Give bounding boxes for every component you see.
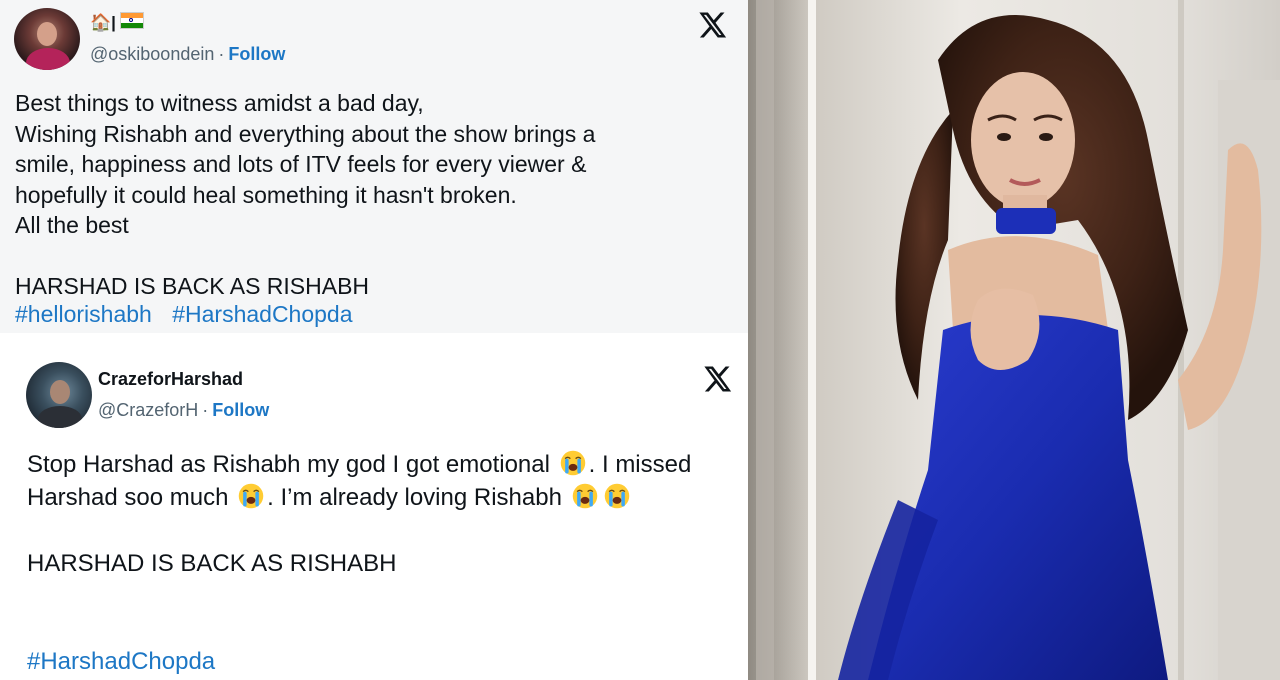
face bbox=[971, 72, 1075, 208]
screenshot-collage: 🏠| @oskiboondein · Follow Best things to w… bbox=[0, 0, 1280, 680]
tweet-line: All the best bbox=[15, 212, 129, 238]
avatar-face bbox=[50, 380, 70, 404]
handle-line: @oskiboondein · Follow bbox=[90, 44, 285, 65]
hashtag-row: #hellorishabh #HarshadChopda bbox=[15, 301, 367, 328]
tweet-body: Best things to witness amidst a bad day,… bbox=[15, 88, 735, 302]
hashtag-link[interactable]: #hellorishabh bbox=[15, 301, 152, 327]
separator-dot: · bbox=[218, 44, 225, 64]
tweet-line: HARSHAD IS BACK AS RISHABH bbox=[15, 273, 370, 299]
avatar[interactable] bbox=[14, 8, 80, 70]
loudly-crying-face-icon bbox=[238, 483, 264, 509]
hashtag-link[interactable]: #HarshadChopda bbox=[172, 301, 352, 327]
avatar-face bbox=[37, 22, 57, 46]
x-logo-icon[interactable] bbox=[697, 10, 727, 40]
display-name[interactable]: CrazeforHarshad bbox=[98, 369, 243, 390]
loudly-crying-face-icon bbox=[572, 483, 597, 509]
choker bbox=[996, 208, 1056, 234]
follow-button[interactable]: Follow bbox=[228, 44, 285, 64]
loudly-crying-face-icon bbox=[560, 450, 585, 476]
tweet-card-1[interactable]: 🏠| @oskiboondein · Follow Best things to w… bbox=[0, 0, 748, 333]
wall-molding bbox=[808, 0, 816, 680]
tweet-line: Wishing Rishabh and everything about the… bbox=[15, 120, 596, 147]
hashtag-link[interactable]: #HarshadChopda bbox=[27, 648, 215, 675]
tweet-text-part: HARSHAD IS BACK AS RISHABH bbox=[27, 550, 397, 577]
user-handle[interactable]: @oskiboondein bbox=[90, 44, 214, 64]
photo-panel bbox=[748, 0, 1280, 680]
avatar-body bbox=[26, 48, 70, 70]
hashtag-row: #HarshadChopda bbox=[27, 648, 215, 676]
follow-button[interactable]: Follow bbox=[212, 400, 269, 420]
separator-dot: · bbox=[202, 400, 209, 420]
avatar[interactable] bbox=[26, 362, 92, 428]
display-name-text: 🏠| bbox=[90, 13, 116, 32]
display-name[interactable]: 🏠| bbox=[90, 12, 144, 33]
tweet-text-part: . I’m already loving Rishabh bbox=[267, 484, 569, 511]
wall-panel-edge bbox=[756, 0, 774, 680]
tweet-line: smile, happiness and lots of ITV feels f… bbox=[15, 151, 587, 177]
eye-left bbox=[997, 133, 1011, 141]
avatar-body bbox=[38, 406, 82, 428]
user-handle[interactable]: @CrazeforH bbox=[98, 400, 198, 420]
tweet-line: Best things to witness amidst a bad day, bbox=[15, 90, 424, 116]
handle-line: @CrazeforH · Follow bbox=[98, 400, 269, 421]
eye-right bbox=[1039, 133, 1053, 141]
india-flag-icon bbox=[119, 12, 144, 29]
tweet-line: hopefully it could heal something it has… bbox=[15, 181, 517, 208]
tweet-body: Stop Harshad as Rishabh my god I got emo… bbox=[27, 448, 737, 580]
hand-on-chest bbox=[970, 288, 1040, 370]
woman-in-blue-dress-photo bbox=[748, 0, 1280, 680]
x-logo-icon[interactable] bbox=[702, 364, 732, 394]
loudly-crying-face-icon bbox=[604, 483, 629, 509]
tweet-text-part: Stop Harshad as Rishabh my god I got emo… bbox=[27, 451, 557, 478]
